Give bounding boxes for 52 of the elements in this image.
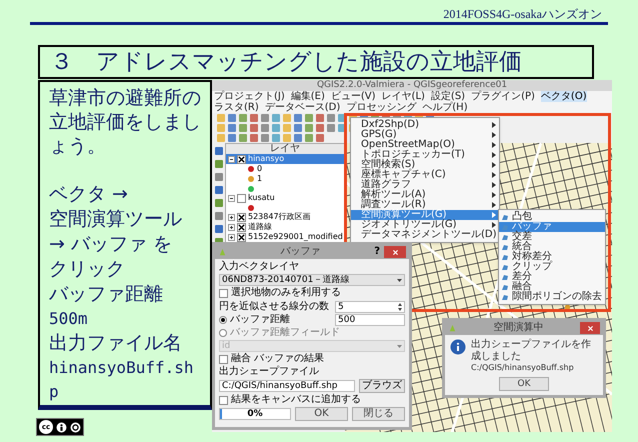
instruction-text: 草津市の避難所の立地評価をしましょう。 (49, 86, 201, 158)
entry-label: 融合 (512, 282, 532, 292)
layer-label: 523847行政区画 (248, 212, 311, 222)
entry-label: 対称差分 (512, 252, 552, 262)
entry-label: 調査ツール(R) (361, 200, 426, 210)
entry-label: OpenStreetMap(O) (361, 140, 455, 150)
entry-label: クリップ (512, 262, 552, 272)
entry-label: 空間演算ツール(G) (361, 210, 447, 220)
entry-label: 隙間ポリゴンの除去 (512, 292, 602, 302)
entry-label: 道路グラフ (361, 180, 411, 190)
message-path: C:/QGIS/hinansyoBuff.shp (471, 363, 575, 373)
entry-label: ジオメトリツール(G) (361, 220, 457, 230)
class-label: 1 (257, 174, 262, 184)
progress-text: 0% (247, 409, 263, 419)
entry-label: 凸包 (512, 212, 532, 222)
instruction-text: 500m (49, 308, 89, 330)
class-label: 0 (257, 164, 262, 174)
entry-label: トポロジチェッカー(T) (361, 150, 465, 160)
entry-label: 差分 (512, 272, 532, 282)
window-title: QGIS2.2.0-Valmiera - QGISgeoreference01 (316, 80, 508, 90)
checkbox-label: 融合 バッファの結果 (231, 353, 324, 365)
field-label: 出力シェープファイル (219, 366, 320, 378)
message-text: 出力シェープファイルを作成しました (471, 339, 592, 363)
entry-label: 統合 (512, 242, 532, 252)
instruction-text: hinansyoBuff.shp (49, 357, 194, 403)
field-label: 円を近似させる線分の数 (219, 300, 329, 312)
header-text: 2014FOSS4G-osakaハンズオン (443, 7, 602, 22)
layer-label: 5152e929001_modified (248, 232, 343, 242)
dialog-title: バッファ (280, 246, 322, 258)
entry-label: 解析ツール(A) (361, 190, 426, 200)
layer-label: 道路線 (248, 222, 272, 232)
entry-label: GPS(G) (361, 130, 397, 140)
instruction-text: バッファ距離 (49, 282, 164, 307)
entry-label: 座標キャプチャ(C) (361, 170, 446, 180)
layer-label: hinansyo (248, 154, 284, 164)
field-label: 入力ベクタレイヤ (219, 261, 300, 273)
checkbox-label: 結果をキャンバスに追加する (231, 394, 361, 406)
instruction-text: クリック (49, 257, 126, 282)
radio-label: バッファ距離 (230, 314, 290, 326)
dialog-title: 空間演算中 (492, 322, 544, 334)
panel-title: レイヤ (226, 144, 344, 154)
entry-label: 空間検索(S) (361, 160, 416, 170)
slide-title: ３ アドレスマッチングした施設の立地評価 (50, 48, 522, 76)
radio-label: バッファ距離フィールド (230, 327, 340, 339)
layer-label: kusatu (248, 193, 275, 203)
entry-label: Dxf2Shp(D) (361, 120, 420, 130)
entry-label: 交差 (512, 232, 532, 242)
instruction-text: 空間演算ツール → バッファ を (49, 207, 183, 257)
instruction-text: 出力ファイル名 (49, 331, 183, 356)
instruction-text: ベクタ → (49, 182, 129, 207)
checkbox-label: 選択地物のみを利用する (231, 287, 341, 299)
entry-label: バッファ (512, 222, 552, 232)
